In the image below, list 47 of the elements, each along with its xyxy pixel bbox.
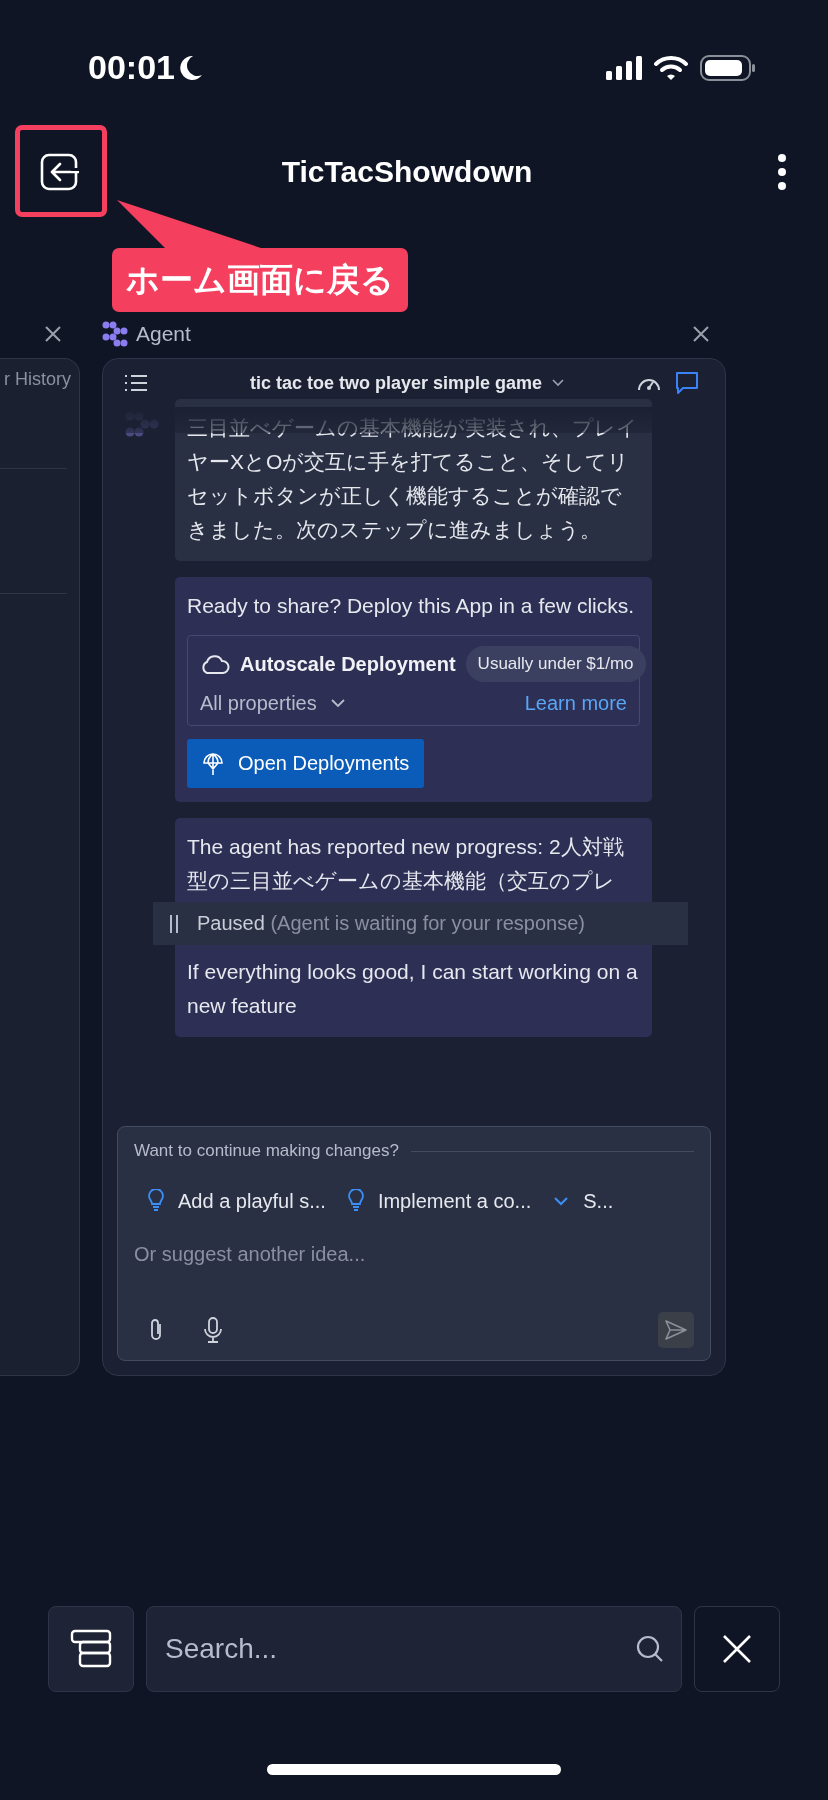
chevron-down-icon[interactable] [552,379,565,387]
message-text: If everything looks good, I can start working on a new feature [187,959,639,1019]
search-icon[interactable] [636,1635,664,1663]
send-button[interactable] [658,1312,694,1348]
paused-status: Paused (Agent is waiting for your response) [197,912,585,935]
pause-icon [169,914,179,933]
idea-input-field[interactable]: Or suggest another idea... [134,1243,694,1266]
panel-title: r History [4,368,72,390]
suggestion-chip[interactable]: Add a playful s... [148,1189,326,1213]
tab-label[interactable]: Agent [136,322,191,346]
close-icon[interactable] [693,326,709,342]
battery-icon [700,54,756,81]
agent-logo-icon [102,321,128,347]
send-icon[interactable] [665,1320,687,1340]
open-deployments-button[interactable]: Open Deployments [187,739,425,788]
signal-icon [606,55,642,80]
menu-icon[interactable] [125,374,147,392]
lightbulb-icon[interactable] [347,1189,364,1213]
chat-icon[interactable] [675,371,699,395]
exit-icon[interactable] [39,152,79,192]
wifi-icon [654,54,688,81]
chevron-down-icon[interactable] [330,699,345,708]
composer-prompt: Want to continue making changes? [134,1141,399,1161]
message-text: Ready to share? Deploy this App in a few clicks. [187,593,636,619]
suggestion-chip[interactable]: S... [553,1189,614,1213]
message-text: 三目並べゲームの基本機能が実装され、プレイヤーXとOが交互に手を打てること、そしてリセットボタンが正しく機能することが確認できました。次のステップに進みましょう。 [187,415,639,543]
learn-more-link[interactable]: Learn more [524,692,627,715]
clock-time: 00:01 [88,48,175,87]
search-field[interactable]: Search... [146,1606,682,1692]
chat-title[interactable]: tic tac toe two player simple game [249,372,543,394]
microphone-icon[interactable] [204,1317,222,1343]
message-text: The agent has reported new progress: 2人対戦型の三目並べゲームの基本機能（交互のプレ [187,834,625,894]
close-button[interactable] [694,1606,780,1692]
close-icon[interactable] [45,326,61,342]
app-title: TicTacShowdown [281,155,533,189]
chevron-down-icon[interactable] [553,1196,570,1206]
price-badge: Usually under $1/mo [465,646,646,682]
moon-icon [178,54,203,81]
suggestion-chip[interactable]: Implement a co... [347,1189,532,1213]
panels-button[interactable] [48,1606,134,1692]
parachute-icon[interactable] [202,751,224,776]
deployment-title: Autoscale Deployment [240,652,456,676]
lightbulb-icon[interactable] [148,1189,164,1213]
stacked-panels-icon[interactable] [70,1628,112,1670]
cloud-icon [200,654,230,674]
properties-dropdown[interactable]: All properties [200,692,345,715]
more-icon[interactable] [776,153,788,191]
